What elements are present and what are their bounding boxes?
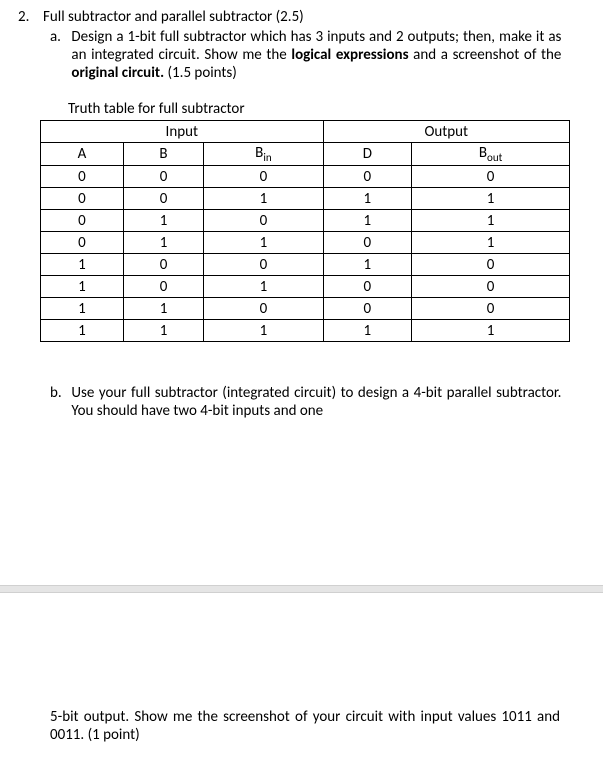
cell: 0 [412, 276, 570, 298]
col-d: D [323, 143, 412, 166]
cell: 0 [123, 254, 203, 276]
cell: 0 [204, 298, 323, 320]
cell: 0 [204, 166, 323, 188]
cell: 1 [412, 210, 570, 232]
part-a-text: Design a 1-bit full subtractor which has… [71, 28, 561, 82]
col-a: A [41, 143, 124, 166]
cell: 1 [204, 188, 323, 210]
cell: 0 [41, 188, 124, 210]
cell: 1 [41, 276, 124, 298]
cell: 1 [204, 276, 323, 298]
part-a-bold-1: logical expressions [291, 46, 408, 64]
cell: 0 [204, 210, 323, 232]
table-row: 1 1 1 1 1 [41, 320, 570, 342]
cell: 1 [123, 232, 203, 254]
cell: 1 [204, 232, 323, 254]
part-a-text-2: and a screenshot of the [409, 46, 562, 64]
col-bin: Bin [204, 143, 323, 166]
cell: 0 [123, 166, 203, 188]
cell: 1 [41, 320, 124, 342]
truth-table: Input Output A B Bin D Bout 0 0 0 0 0 0 … [40, 120, 570, 342]
table-row: 1 0 0 1 0 [41, 254, 570, 276]
cell: 1 [41, 254, 124, 276]
table-row: 0 0 0 0 0 [41, 166, 570, 188]
cell: 0 [323, 166, 412, 188]
cell: 1 [204, 320, 323, 342]
table-row: 0 1 0 1 1 [41, 210, 570, 232]
cell: 0 [412, 166, 570, 188]
header-output: Output [323, 121, 569, 143]
part-b: b. Use your full subtractor (integrated … [50, 384, 585, 420]
cell: 0 [41, 232, 124, 254]
cell: 0 [412, 298, 570, 320]
part-b-letter: b. [50, 384, 68, 402]
question-header: 2. Full subtractor and parallel subtract… [18, 8, 585, 26]
part-b-continuation: 5-bit output. Show me the screenshot of … [50, 708, 560, 744]
part-a-letter: a. [50, 28, 68, 46]
table-row: 1 1 0 0 0 [41, 298, 570, 320]
cell: 1 [41, 298, 124, 320]
col-bout: Bout [412, 143, 570, 166]
cell: 1 [323, 254, 412, 276]
part-a-bold-2: original circuit. [71, 64, 164, 82]
col-b: B [123, 143, 203, 166]
cell: 1 [323, 188, 412, 210]
cell: 0 [323, 232, 412, 254]
table-row: 0 0 1 1 1 [41, 188, 570, 210]
cell: 0 [323, 276, 412, 298]
cell: 1 [412, 232, 570, 254]
table-header-cols: A B Bin D Bout [41, 143, 570, 166]
cell: 0 [123, 276, 203, 298]
part-a-text-3: (1.5 points) [164, 64, 237, 82]
table-row: 1 0 1 0 0 [41, 276, 570, 298]
cell: 0 [123, 188, 203, 210]
cell: 0 [41, 166, 124, 188]
cell: 1 [323, 210, 412, 232]
part-a: a. Design a 1-bit full subtractor which … [50, 28, 585, 82]
cell: 1 [323, 320, 412, 342]
question-number: 2. [18, 8, 29, 26]
cell: 0 [204, 254, 323, 276]
cell: 0 [323, 298, 412, 320]
cell: 1 [123, 210, 203, 232]
table-caption: Truth table for full subtractor [68, 100, 585, 118]
cell: 1 [412, 320, 570, 342]
question-title: Full subtractor and parallel subtractor … [43, 8, 304, 26]
cell: 1 [123, 298, 203, 320]
part-b-text: Use your full subtractor (integrated cir… [71, 384, 561, 420]
cell: 1 [123, 320, 203, 342]
table-header-group: Input Output [41, 121, 570, 143]
header-input: Input [41, 121, 324, 143]
page-break-divider [0, 585, 603, 593]
cell: 0 [41, 210, 124, 232]
cell: 0 [412, 254, 570, 276]
table-row: 0 1 1 0 1 [41, 232, 570, 254]
cell: 1 [412, 188, 570, 210]
